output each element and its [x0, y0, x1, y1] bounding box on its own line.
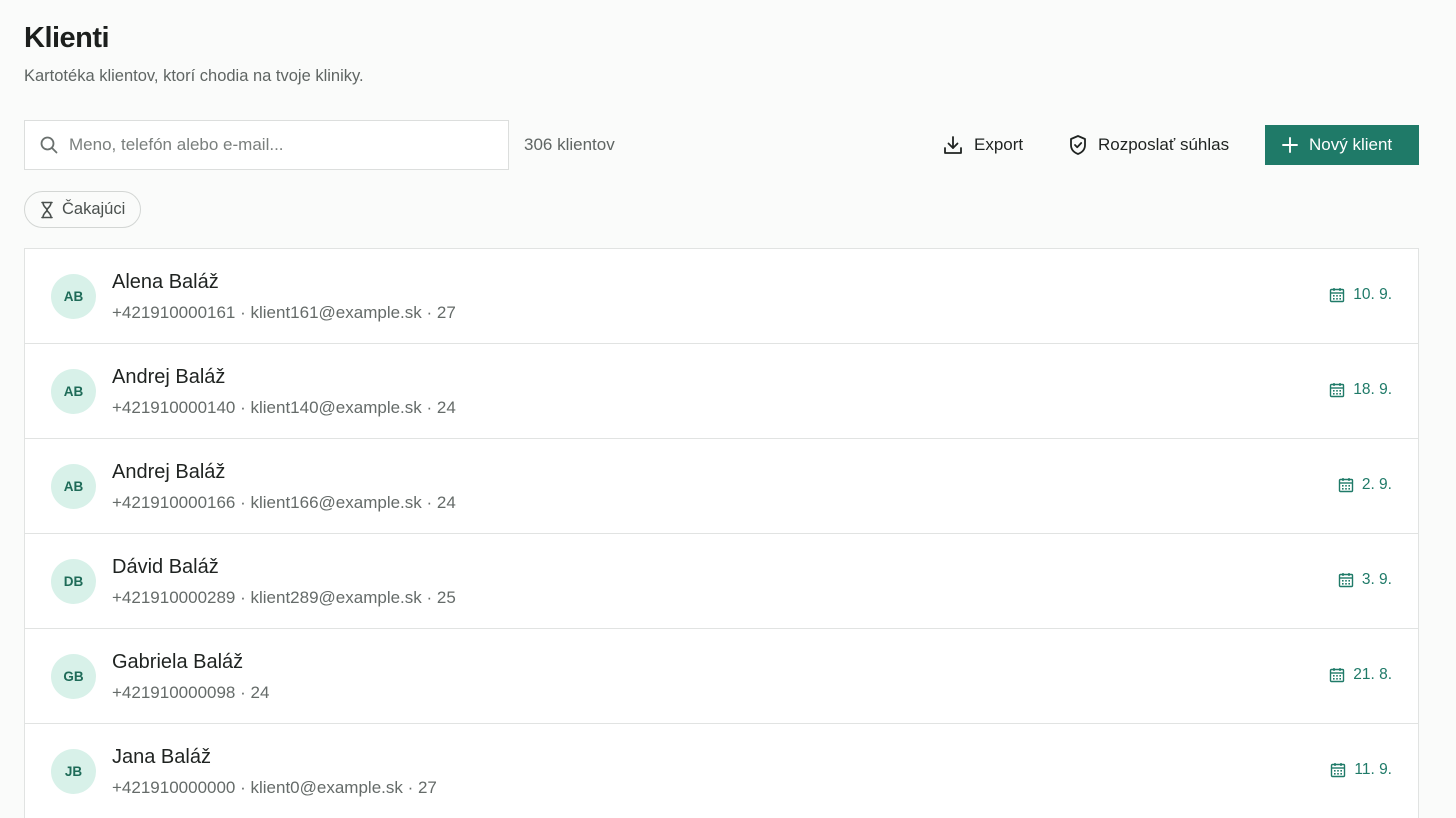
client-name: Gabriela Baláž: [112, 651, 244, 673]
send-consent-button[interactable]: Rozposlať súhlas: [1068, 125, 1229, 165]
export-button[interactable]: Export: [942, 125, 1023, 165]
client-name: Alena Baláž: [112, 271, 219, 293]
page-title: Klienti: [24, 22, 110, 54]
next-visit-date: 10. 9.: [1329, 286, 1392, 304]
search-box[interactable]: [24, 120, 509, 170]
client-name: Andrej Baláž: [112, 366, 226, 388]
client-contact: +421910000000 · klient0@example.sk · 27: [112, 778, 437, 797]
toolbar: 306 klientov Export Rozposlať súhlas: [24, 120, 1419, 170]
calendar-icon: [1338, 477, 1354, 493]
avatar: GB: [51, 654, 96, 699]
client-contact: +421910000140 · klient140@example.sk · 2…: [112, 398, 456, 417]
next-visit-date: 3. 9.: [1338, 571, 1392, 589]
clients-page: Klienti Kartotéka klientov, ktorí chodia…: [0, 0, 1456, 818]
filter-chip-waiting[interactable]: Čakajúci: [24, 191, 142, 228]
plus-icon: [1281, 136, 1299, 154]
client-list: AB Alena Baláž +421910000161 · klient161…: [24, 248, 1419, 818]
client-row[interactable]: GB Gabriela Baláž +421910000098 · 24 21.…: [25, 629, 1418, 724]
next-visit-date-label: 21. 8.: [1353, 666, 1392, 683]
client-name: Andrej Baláž: [112, 461, 226, 483]
next-visit-date-label: 11. 9.: [1354, 761, 1392, 778]
calendar-icon: [1329, 667, 1345, 683]
calendar-icon: [1329, 287, 1345, 303]
client-count: 306 klientov: [524, 135, 615, 154]
new-client-button[interactable]: Nový klient: [1265, 125, 1419, 165]
next-visit-date-label: 3. 9.: [1361, 571, 1392, 588]
calendar-icon: [1338, 572, 1354, 588]
avatar: AB: [51, 274, 96, 319]
shield-check-icon: [1068, 134, 1088, 156]
next-visit-date: 2. 9.: [1338, 476, 1392, 494]
avatar: DB: [51, 559, 96, 604]
calendar-icon: [1329, 382, 1345, 398]
next-visit-date: 21. 8.: [1329, 666, 1392, 684]
next-visit-date: 18. 9.: [1329, 381, 1392, 399]
next-visit-date-label: 18. 9.: [1353, 381, 1392, 398]
client-contact: +421910000289 · klient289@example.sk · 2…: [112, 588, 456, 607]
client-contact: +421910000098 · 24: [112, 683, 270, 702]
page-subtitle: Kartotéka klientov, ktorí chodia na tvoj…: [24, 67, 364, 85]
client-contact: +421910000161 · klient161@example.sk · 2…: [112, 303, 456, 322]
send-consent-label: Rozposlať súhlas: [1098, 135, 1230, 154]
hourglass-icon: [40, 201, 54, 219]
client-row[interactable]: AB Alena Baláž +421910000161 · klient161…: [25, 249, 1418, 344]
client-name: Dávid Baláž: [112, 556, 219, 578]
next-visit-date-label: 2. 9.: [1361, 476, 1392, 493]
client-contact: +421910000166 · klient166@example.sk · 2…: [112, 493, 456, 512]
search-input[interactable]: [69, 135, 489, 155]
next-visit-date: 11. 9.: [1330, 761, 1392, 779]
client-row[interactable]: JB Jana Baláž +421910000000 · klient0@ex…: [25, 724, 1418, 818]
client-row[interactable]: AB Andrej Baláž +421910000140 · klient14…: [25, 344, 1418, 439]
client-name: Jana Baláž: [112, 746, 211, 768]
client-row[interactable]: DB Dávid Baláž +421910000289 · klient289…: [25, 534, 1418, 629]
export-label: Export: [974, 135, 1024, 154]
new-client-label: Nový klient: [1309, 135, 1393, 154]
search-icon: [39, 135, 59, 155]
calendar-icon: [1330, 762, 1346, 778]
avatar: JB: [51, 749, 96, 794]
filter-chip-label: Čakajúci: [62, 200, 126, 218]
next-visit-date-label: 10. 9.: [1353, 286, 1392, 303]
avatar: AB: [51, 369, 96, 414]
download-icon: [942, 134, 964, 156]
avatar: AB: [51, 464, 96, 509]
client-row[interactable]: AB Andrej Baláž +421910000166 · klient16…: [25, 439, 1418, 534]
